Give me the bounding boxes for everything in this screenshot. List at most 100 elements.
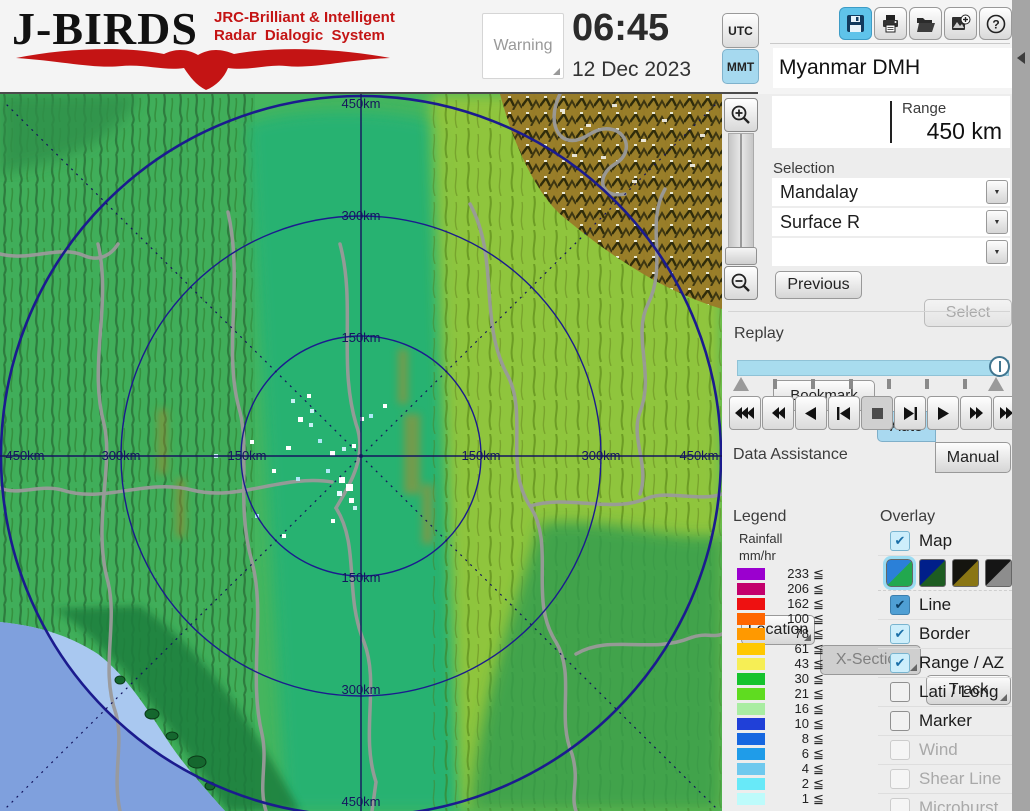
zoom-slider-track[interactable] xyxy=(728,133,754,251)
checkbox-checked-icon[interactable]: ✔ xyxy=(890,595,910,615)
step-forward-button[interactable] xyxy=(894,396,926,430)
map-style-swatch-1[interactable] xyxy=(886,559,913,587)
warning-button[interactable]: Warning xyxy=(482,13,564,79)
range-label: 450km xyxy=(679,448,718,463)
warning-label: Warning xyxy=(494,37,553,55)
add-image-button[interactable] xyxy=(944,7,977,40)
mmt-button[interactable]: MMT xyxy=(722,49,759,84)
legend-entry: 233≦ xyxy=(737,566,824,581)
overlay-item-line[interactable]: ✔ Line xyxy=(878,591,1012,620)
open-folder-icon xyxy=(916,15,936,33)
help-button[interactable]: ? xyxy=(979,7,1012,40)
station-label: Myanmar DMH xyxy=(779,56,920,80)
radar-map-canvas: 450km 300km 150km 150km 300km 450km 450k… xyxy=(0,94,722,811)
checkbox-disabled-icon xyxy=(890,740,910,760)
option-dropdown[interactable]: ▼ xyxy=(772,238,1010,266)
checkbox-unchecked-icon[interactable] xyxy=(890,711,910,731)
legend-swatch xyxy=(737,703,765,715)
step-back-button[interactable] xyxy=(828,396,860,430)
station-name: Myanmar DMH xyxy=(773,48,1016,88)
legend-scale: 233≦ 206≦ 162≦ 100≦ 78≦ 61≦ 43≦ 30≦ 21≦ … xyxy=(737,566,877,811)
overlay-item-microburst: Microburst xyxy=(878,794,1012,811)
overlay-item-range-az[interactable]: ✔ Range / AZ xyxy=(878,649,1012,678)
selection-title: Selection xyxy=(773,160,835,177)
utc-button[interactable]: UTC xyxy=(722,13,759,48)
overlay-item-lati-long[interactable]: Lati / Long xyxy=(878,678,1012,707)
chevron-down-icon[interactable]: ▼ xyxy=(986,240,1008,264)
range-title: Range xyxy=(902,100,946,117)
legend-entry: 61≦ xyxy=(737,641,824,656)
slider-start-marker[interactable] xyxy=(733,377,749,391)
legend-entry: 4≦ xyxy=(737,761,824,776)
overlay-item-marker[interactable]: Marker xyxy=(878,707,1012,736)
range-label: 450km xyxy=(341,794,380,809)
manual-button[interactable]: Manual xyxy=(935,442,1011,473)
range-label: 150km xyxy=(341,570,380,585)
legend-entry: 2≦ xyxy=(737,776,824,791)
zoom-out-button[interactable] xyxy=(724,266,758,300)
chevron-down-icon[interactable]: ▼ xyxy=(986,180,1008,204)
legend-entry: 16≦ xyxy=(737,701,824,716)
stop-button[interactable] xyxy=(861,396,893,430)
print-button[interactable] xyxy=(874,7,907,40)
add-image-icon xyxy=(951,14,971,33)
legend-entry: 10≦ xyxy=(737,716,824,731)
map-style-swatch-4[interactable] xyxy=(985,559,1012,587)
slider-tick xyxy=(849,379,853,389)
reverse-play-button[interactable] xyxy=(795,396,827,430)
map-style-swatch-2[interactable] xyxy=(919,559,946,587)
legend-swatch xyxy=(737,628,765,640)
save-button[interactable] xyxy=(839,7,872,40)
data-assistance-title: Data Assistance xyxy=(733,446,848,464)
play-button[interactable] xyxy=(927,396,959,430)
range-label: 150km xyxy=(461,448,500,463)
panel-collapse-strip[interactable] xyxy=(1012,0,1030,811)
previous-button[interactable]: Previous xyxy=(775,271,862,299)
menu-corner-icon xyxy=(553,68,560,75)
svg-text:?: ? xyxy=(992,17,999,31)
radar-map[interactable]: 450km 300km 150km 150km 300km 450km 450k… xyxy=(0,94,722,811)
open-file-button[interactable] xyxy=(909,7,942,40)
overlay-list: ✔ Map ✔ Line ✔ Border ✔ Range / AZ Lati … xyxy=(878,527,1012,811)
overlay-item-shear-line: Shear Line xyxy=(878,765,1012,794)
overlay-item-border[interactable]: ✔ Border xyxy=(878,620,1012,649)
zoom-in-icon xyxy=(730,104,752,126)
checkbox-checked-icon[interactable]: ✔ xyxy=(890,653,910,673)
range-label: 300km xyxy=(341,682,380,697)
checkbox-disabled-icon xyxy=(890,798,910,811)
fast-rewind-button[interactable] xyxy=(729,396,761,430)
checkbox-disabled-icon xyxy=(890,769,910,789)
chevron-down-icon[interactable]: ▼ xyxy=(986,210,1008,234)
legend-swatch xyxy=(737,748,765,760)
legend-swatch xyxy=(737,763,765,775)
checkbox-checked-icon[interactable]: ✔ xyxy=(890,624,910,644)
legend-swatch xyxy=(737,793,765,805)
play-icon xyxy=(937,407,949,420)
forward-button[interactable] xyxy=(960,396,992,430)
legend-swatch xyxy=(737,598,765,610)
legend-swatch xyxy=(737,733,765,745)
panel-separator xyxy=(728,311,1010,312)
legend-swatch xyxy=(737,643,765,655)
map-style-swatch-3[interactable] xyxy=(952,559,979,587)
site-dropdown[interactable]: Mandalay ▼ xyxy=(772,178,1010,206)
range-label: 300km xyxy=(101,448,140,463)
slider-end-marker[interactable] xyxy=(988,377,1004,391)
replay-slider-track[interactable] xyxy=(737,360,1009,376)
rewind-button[interactable] xyxy=(762,396,794,430)
legend-swatch xyxy=(737,673,765,685)
print-icon xyxy=(881,14,900,33)
legend-entry: 21≦ xyxy=(737,686,824,701)
select-button[interactable]: Select xyxy=(924,299,1012,327)
replay-slider-thumb[interactable] xyxy=(989,356,1010,377)
checkbox-checked-icon[interactable]: ✔ xyxy=(890,531,910,551)
site-dropdown-value: Mandalay xyxy=(772,182,986,203)
app-logo-subtitle-1: JRC-Brilliant & Intelligent xyxy=(214,9,395,27)
zoom-in-button[interactable] xyxy=(724,98,758,132)
checkbox-unchecked-icon[interactable] xyxy=(890,682,910,702)
reverse-play-icon xyxy=(805,407,817,420)
zoom-slider-handle[interactable] xyxy=(725,247,757,265)
overlay-item-map[interactable]: ✔ Map xyxy=(878,527,1012,556)
forward-icon xyxy=(969,407,984,419)
product-dropdown[interactable]: Surface R ▼ xyxy=(772,208,1010,236)
